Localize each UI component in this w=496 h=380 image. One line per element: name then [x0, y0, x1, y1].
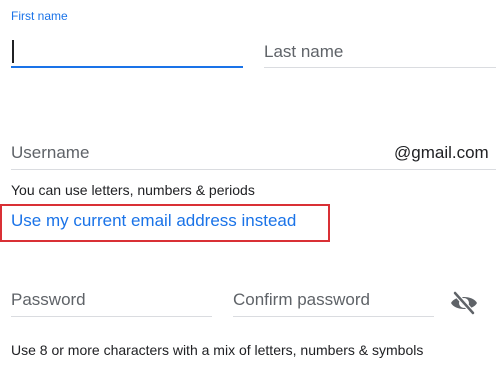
confirm-password-underline — [233, 316, 434, 317]
first-name-underline — [11, 66, 243, 68]
gmail-suffix: @gmail.com — [394, 143, 489, 162]
password-hint: Use 8 or more characters with a mix of l… — [11, 342, 424, 358]
username-input[interactable] — [11, 141, 381, 165]
eye-off-icon[interactable] — [449, 290, 479, 316]
last-name-input[interactable] — [264, 40, 489, 64]
username-hint: You can use letters, numbers & periods — [11, 182, 255, 198]
text-cursor — [12, 40, 14, 63]
first-name-input[interactable] — [14, 40, 239, 64]
password-underline — [11, 316, 212, 317]
first-name-label: First name — [11, 9, 68, 23]
highlight-box — [0, 204, 330, 242]
confirm-password-input[interactable] — [233, 288, 429, 312]
username-underline — [11, 169, 496, 170]
password-input[interactable] — [11, 288, 207, 312]
last-name-underline — [264, 67, 496, 68]
